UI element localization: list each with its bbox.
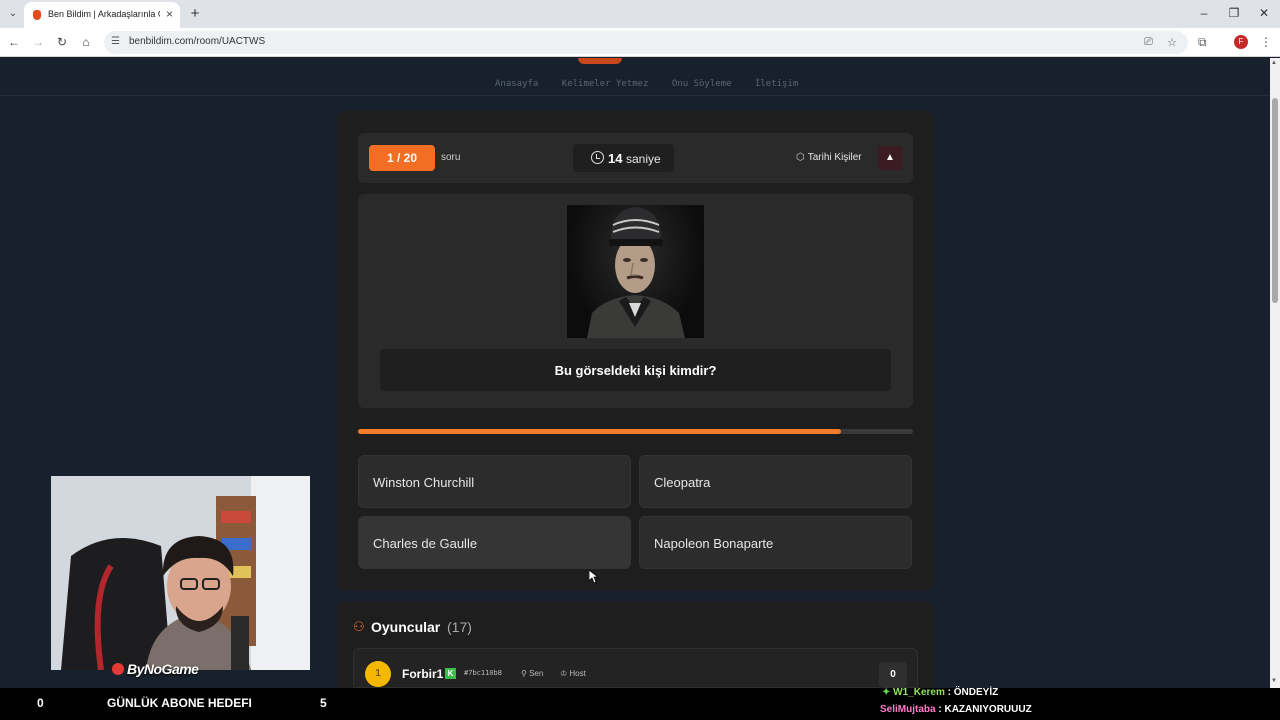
scrollbar-thumb[interactable] (1272, 98, 1278, 303)
time-progress-bar (358, 429, 913, 434)
chat-message: SeliMujtaba : KAZANIYORUUUZ (880, 704, 1032, 715)
chat-message: ✦ W1_Kerem : ÖNDEYİZ (882, 687, 999, 698)
answer-option-label: Winston Churchill (373, 475, 475, 490)
browser-tab[interactable]: Ben Bildim | Arkadaşlarınla Online × (24, 2, 180, 28)
extensions-icon[interactable]: ⧉ (1198, 35, 1207, 50)
site-header (0, 58, 1270, 96)
category-tag: ⬡ Tarihi Kişiler (796, 152, 862, 163)
players-count: (17) (447, 619, 472, 635)
url-text: benbildim.com/room/UACTWS (129, 36, 266, 47)
brand-name: ByNoGame (127, 661, 199, 677)
time-progress-fill (358, 429, 841, 434)
warning-icon: ▲ (885, 152, 895, 163)
chat-username: W1_Kerem (893, 687, 945, 698)
answer-option-label: Charles de Gaulle (373, 536, 478, 551)
browser-tab-bar: ⌄ Ben Bildim | Arkadaşlarınla Online × +… (0, 0, 1280, 28)
site-info-icon[interactable]: ☰ (111, 36, 120, 47)
players-title: Oyuncular (371, 619, 441, 635)
player-rank-badge: 1 (365, 661, 391, 687)
url-bar[interactable]: ☰ benbildim.com/room/UACTWS ⎚ ☆ (104, 31, 1188, 54)
install-app-icon[interactable]: ⎚ (1144, 36, 1153, 49)
nav-link-kelimeler-yetmez[interactable]: Kelimeler Yetmez (562, 79, 649, 89)
crown-icon: ♔ (560, 669, 570, 678)
timer-value: 14 (608, 151, 623, 166)
restore-icon[interactable]: ❐ (1226, 6, 1242, 20)
site-favicon-icon (33, 10, 41, 20)
answer-option-label: Cleopatra (654, 475, 711, 490)
webcam-overlay (51, 476, 310, 670)
player-you-label: Sen (529, 669, 544, 678)
tab-search-icon[interactable]: ⌄ (6, 7, 20, 21)
subscriber-goal-target: 5 (320, 696, 327, 710)
site-logo[interactable] (578, 58, 622, 64)
bookmark-star-icon[interactable]: ☆ (1167, 36, 1177, 49)
users-icon: ⚇ (353, 619, 365, 634)
subscriber-goal-current: 0 (37, 696, 44, 710)
tab-close-icon[interactable]: × (166, 7, 173, 21)
player-host-badge: ♔ Host (560, 669, 586, 678)
tag-icon: ⬡ (796, 152, 805, 163)
answer-option-4[interactable]: Napoleon Bonaparte (639, 516, 912, 569)
chat-badge-icon: ✦ (882, 687, 894, 698)
report-warning-button[interactable]: ▲ (878, 146, 902, 170)
subscriber-goal-label: GÜNLÜK ABONE HEDEFI (107, 696, 252, 710)
back-icon[interactable]: ← (6, 34, 22, 50)
page-scrollbar[interactable]: ▲ ▼ (1270, 58, 1280, 688)
question-box: Bu görseldeki kişi kimdir? (380, 349, 891, 391)
site-nav-links: Anasayfa Kelimeler Yetmez Onu Söyleme İl… (495, 79, 816, 89)
player-id: #7bc110b8 (464, 669, 502, 677)
tab-title: Ben Bildim | Arkadaşlarınla Online (48, 9, 160, 19)
answer-option-1[interactable]: Winston Churchill (358, 455, 631, 508)
chat-text: KAZANIYORUUUZ (944, 704, 1032, 715)
profile-avatar-icon[interactable]: F (1234, 35, 1248, 49)
player-host-label: Host (569, 669, 586, 678)
answer-option-3[interactable]: Charles de Gaulle (358, 516, 631, 569)
player-score: 0 (879, 662, 907, 688)
clock-icon (591, 151, 604, 164)
category-label: Tarihi Kişiler (807, 152, 862, 163)
minimize-icon[interactable]: – (1196, 6, 1212, 20)
question-counter: 1 / 20 (369, 145, 435, 171)
kick-platform-icon: K (445, 668, 456, 679)
chat-username: SeliMujtaba (880, 704, 936, 715)
address-toolbar: ← → ↻ ⌂ ☰ benbildim.com/room/UACTWS ⎚ ☆ … (0, 28, 1280, 57)
player-name: Forbir1 (402, 667, 444, 681)
forward-icon[interactable]: → (30, 34, 46, 50)
scroll-up-icon[interactable]: ▲ (1271, 60, 1277, 66)
scroll-down-icon[interactable]: ▼ (1271, 678, 1277, 684)
chat-text: ÖNDEYİZ (953, 687, 999, 698)
reload-icon[interactable]: ↻ (54, 34, 70, 50)
window-close-icon[interactable]: ✕ (1256, 6, 1272, 20)
question-counter-label: soru (441, 152, 461, 163)
nav-link-onu-soyleme[interactable]: Onu Söyleme (672, 79, 732, 89)
user-icon: ⚲ (521, 669, 530, 678)
brand-logo-icon (112, 663, 124, 675)
timer: 14 saniye (573, 144, 674, 172)
stream-brand-logo: ByNoGame (112, 661, 199, 677)
nav-link-iletisim[interactable]: İletişim (755, 79, 798, 89)
answer-option-2[interactable]: Cleopatra (639, 455, 912, 508)
answer-option-label: Napoleon Bonaparte (654, 536, 774, 551)
stream-overlay-bar: 0 GÜNLÜK ABONE HEDEFI 5 ✦ W1_Kerem : ÖND… (0, 687, 1280, 720)
new-tab-icon[interactable]: + (186, 5, 204, 23)
timer-label: saniye (626, 152, 661, 166)
player-row: 1 Forbir1 K #7bc110b8 ⚲ Sen ♔ Host 0 (353, 648, 918, 688)
nav-link-home[interactable]: Anasayfa (495, 79, 538, 89)
mouse-cursor-icon (588, 569, 600, 589)
home-icon[interactable]: ⌂ (78, 34, 94, 50)
browser-menu-icon[interactable]: ⋮ (1260, 35, 1272, 49)
question-image-portrait (567, 205, 704, 338)
question-text: Bu görseldeki kişi kimdir? (554, 363, 717, 378)
player-you-badge: ⚲ Sen (521, 669, 543, 678)
